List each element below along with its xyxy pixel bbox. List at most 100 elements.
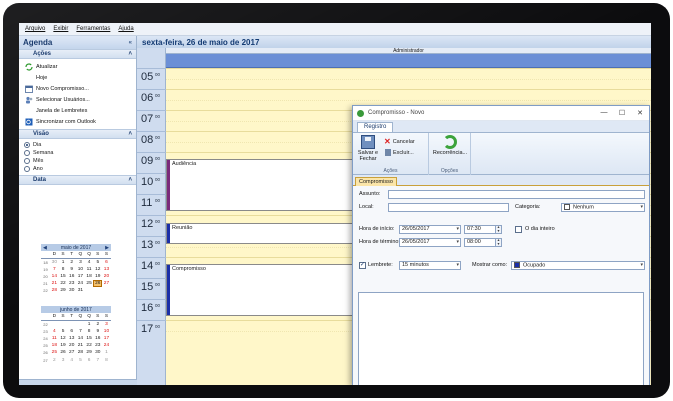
calendar-day[interactable]: 29 — [85, 349, 94, 356]
tab-registro[interactable]: Registro — [357, 122, 394, 132]
start-date-field[interactable]: 26/05/2017 ▾ — [399, 225, 461, 234]
delete-button[interactable]: Excluir... — [385, 149, 414, 156]
calendar-day[interactable]: 2 — [93, 321, 102, 328]
calendar-day[interactable]: 17 — [76, 273, 85, 280]
time-spinner[interactable]: ▲ ▼ — [495, 239, 501, 246]
calendar-day[interactable]: 7 — [93, 357, 102, 364]
actions-section-header[interactable]: Ações ˄ — [19, 49, 136, 59]
calendar-day[interactable]: 8 — [102, 357, 111, 364]
all-day-band[interactable] — [166, 54, 651, 68]
calendar-day[interactable]: 31 — [76, 287, 85, 294]
calendar-day[interactable]: 23 — [93, 342, 102, 349]
radio[interactable] — [24, 158, 30, 164]
calendar-day[interactable]: 21 — [76, 342, 85, 349]
calendar-day[interactable]: 12 — [59, 335, 68, 342]
pane-resize-handle[interactable] — [19, 379, 137, 385]
calendar-day[interactable]: 30 — [67, 287, 76, 294]
action-selecionar-usuarios[interactable]: Selecionar Usuários... — [25, 94, 136, 105]
radio[interactable] — [24, 150, 30, 156]
prev-month-icon[interactable]: ◀ — [43, 245, 47, 251]
calendar-day[interactable]: 11 — [50, 335, 59, 342]
tab-compromisso[interactable]: Compromisso — [355, 177, 397, 186]
view-option-semana[interactable]: Semana — [24, 149, 136, 157]
calendar-day[interactable]: 27 — [102, 280, 111, 287]
calendar-day[interactable]: 3 — [59, 357, 68, 364]
calendar-day[interactable]: 15 — [59, 273, 68, 280]
spin-down-icon[interactable]: ▼ — [497, 242, 500, 246]
calendar-day[interactable]: 22 — [85, 342, 94, 349]
menu-arquivo[interactable]: Arquivo — [25, 26, 45, 32]
calendar-day[interactable]: 4 — [85, 259, 94, 266]
reminder-select[interactable]: 15 minutos ▾ — [399, 261, 461, 270]
calendar-day[interactable]: 14 — [76, 335, 85, 342]
menu-ajuda[interactable]: Ajuda — [118, 26, 133, 32]
calendar-day[interactable]: 5 — [93, 259, 102, 266]
calendar-day[interactable]: 14 — [50, 273, 59, 280]
menu-exibir[interactable]: Exibir — [53, 26, 68, 32]
chevron-down-icon[interactable]: ▾ — [640, 204, 643, 211]
calendar-day[interactable]: 26 — [59, 349, 68, 356]
calendar-day[interactable]: 19 — [59, 342, 68, 349]
view-option-mes[interactable]: Mês — [24, 157, 136, 165]
close-button[interactable]: ✕ — [631, 109, 649, 117]
calendar-day[interactable]: 23 — [67, 280, 76, 287]
calendar-day[interactable]: 6 — [67, 328, 76, 335]
calendar-day[interactable]: 7 — [76, 328, 85, 335]
calendar-day[interactable]: 18 — [85, 273, 94, 280]
view-section-header[interactable]: Visão ˄ — [19, 129, 136, 139]
calendar-day[interactable]: 30 — [93, 349, 102, 356]
calendar-day[interactable]: 3 — [102, 321, 111, 328]
calendar-day[interactable]: 20 — [67, 342, 76, 349]
action-janela-lembretes[interactable]: Janela de Lembretes — [25, 105, 136, 116]
calendar-day[interactable]: 2 — [50, 357, 59, 364]
recurrence-button[interactable]: Recorrência... — [431, 135, 469, 156]
calendar-day[interactable]: 6 — [102, 259, 111, 266]
chevron-down-icon[interactable]: ▾ — [456, 262, 459, 269]
save-close-button[interactable]: Salvar e Fechar — [356, 135, 380, 162]
calendar-day[interactable]: 4 — [50, 328, 59, 335]
view-option-ano[interactable]: Ano — [24, 165, 136, 173]
all-day-checkbox[interactable] — [515, 226, 522, 233]
calendar-day[interactable]: 18 — [50, 342, 59, 349]
calendar-day[interactable]: 5 — [76, 357, 85, 364]
calendar-day[interactable]: 6 — [85, 357, 94, 364]
calendar-day[interactable]: 24 — [76, 280, 85, 287]
calendar-day[interactable]: 30 — [50, 259, 59, 266]
calendar-day[interactable]: 13 — [67, 335, 76, 342]
end-date-field[interactable]: 26/05/2017 ▾ — [399, 238, 461, 247]
calendar-day[interactable]: 9 — [67, 266, 76, 273]
calendar-day[interactable]: 7 — [50, 266, 59, 273]
calendar-day[interactable]: 19 — [93, 273, 102, 280]
calendar-day[interactable]: 10 — [76, 266, 85, 273]
calendar-day[interactable]: 5 — [59, 328, 68, 335]
maximize-button[interactable]: ☐ — [613, 109, 631, 117]
action-novo-compromisso[interactable]: Novo Compromisso... — [25, 83, 136, 94]
calendar-day[interactable]: 8 — [85, 328, 94, 335]
cancel-button[interactable]: ✕ Cancelar — [384, 137, 415, 146]
calendar-day[interactable]: 12 — [93, 266, 102, 273]
calendar-day[interactable]: 16 — [67, 273, 76, 280]
start-time-field[interactable]: 07:30 ▲ ▼ — [464, 225, 502, 234]
calendar-day[interactable]: 16 — [93, 335, 102, 342]
reminder-checkbox[interactable]: ✓ — [359, 262, 366, 269]
calendar-day[interactable]: 2 — [67, 259, 76, 266]
radio[interactable] — [24, 166, 30, 172]
next-month-icon[interactable]: ▶ — [105, 245, 109, 251]
calendar-day[interactable]: 29 — [59, 287, 68, 294]
subject-field[interactable] — [388, 190, 645, 199]
calendar-day[interactable]: 25 — [85, 280, 94, 287]
action-sincronizar-outlook[interactable]: Sincronizar com Outlook — [25, 116, 136, 127]
time-spinner[interactable]: ▲ ▼ — [495, 226, 501, 233]
action-atualizar[interactable]: Atualizar — [25, 61, 136, 72]
calendar-day[interactable]: 24 — [102, 342, 111, 349]
calendar-day[interactable]: 17 — [102, 335, 111, 342]
chevron-down-icon[interactable]: ▾ — [456, 239, 459, 246]
calendar-day[interactable]: 1 — [85, 321, 94, 328]
calendar-day[interactable]: 13 — [102, 266, 111, 273]
collapse-section-icon[interactable]: ˄ — [128, 131, 132, 137]
date-section-header[interactable]: Data ˄ — [19, 175, 136, 185]
action-hoje[interactable]: Hoje — [25, 72, 136, 83]
collapse-section-icon[interactable]: ˄ — [128, 177, 132, 183]
calendar-day[interactable]: 28 — [76, 349, 85, 356]
calendar-day[interactable]: 20 — [102, 273, 111, 280]
